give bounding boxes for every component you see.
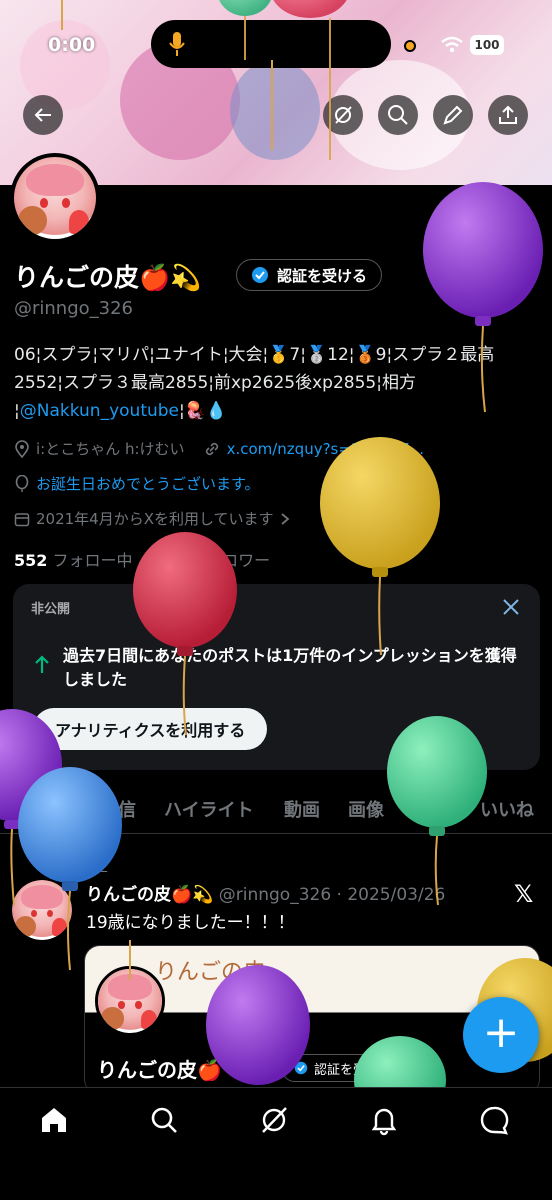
- bottom-navigation: [0, 1087, 552, 1200]
- x-logo-icon: 𝕏: [514, 880, 534, 908]
- post-text: 19歳になりましたー！！！: [86, 913, 295, 933]
- notifications-icon[interactable]: [368, 1104, 400, 1136]
- profile-tabs: ポスト 返信 ハイライト 動画 画像 記事 いいね: [0, 790, 552, 834]
- recording-indicator: [404, 40, 416, 52]
- active-tab-indicator: [20, 830, 78, 834]
- dynamic-island: [151, 20, 391, 68]
- wifi-icon: [441, 36, 463, 53]
- close-icon[interactable]: [500, 596, 522, 618]
- avatar-image: [12, 880, 72, 940]
- tab-posts[interactable]: ポスト: [18, 796, 72, 822]
- calendar-icon: [14, 512, 30, 526]
- back-arrow-icon: [34, 108, 51, 122]
- link-icon: [205, 442, 218, 455]
- media-title: りんごの皮: [155, 960, 266, 985]
- birthday-row: お誕生日おめでとうございます。: [14, 473, 260, 494]
- following-link[interactable]: 552 フォロー中: [14, 551, 133, 570]
- tab-videos[interactable]: 動画: [284, 796, 320, 822]
- use-analytics-button[interactable]: アナリティクスを利用する: [33, 708, 268, 750]
- pinned-label: 固定: [80, 859, 108, 875]
- search-icon[interactable]: [148, 1104, 180, 1136]
- location-text: i:とこちゃん h:けむい: [36, 440, 185, 458]
- grok-icon[interactable]: [258, 1104, 290, 1136]
- post-author-avatar[interactable]: [12, 880, 72, 940]
- grok-icon: [335, 106, 352, 124]
- bio-suffix: ¦🪼💧: [179, 401, 228, 421]
- profile-avatar[interactable]: [10, 153, 100, 243]
- media-display-name: りんごの皮🍎: [97, 1058, 222, 1082]
- post-meta: @rinngo_326 · 2025/03/26: [213, 885, 446, 905]
- chevron-right-icon: [280, 512, 289, 525]
- avatar-image: [14, 157, 96, 239]
- profile-name-row: りんごの皮🍎💫: [14, 258, 201, 294]
- tab-replies[interactable]: 返信: [100, 796, 136, 822]
- back-button[interactable]: [23, 95, 63, 135]
- post-author-name[interactable]: りんごの皮🍎💫: [86, 885, 213, 905]
- pinned-indicator: 固定: [60, 856, 108, 876]
- verified-badge-icon: [294, 1061, 308, 1075]
- edit-icon: [443, 105, 463, 125]
- joined-row[interactable]: 2021年4月からXを利用しています: [14, 508, 290, 529]
- media-avatar: [95, 966, 165, 1036]
- grok-button[interactable]: [323, 95, 363, 135]
- impressions-message: 過去7日間にあなたのポストは1万件のインプレッションを獲得しました: [63, 646, 517, 689]
- status-time: 0:00: [48, 34, 96, 56]
- followers-count: 648: [151, 551, 185, 570]
- profile-handle: @rinngo_326: [14, 298, 134, 319]
- followers-label: フォロワー: [185, 551, 271, 570]
- pin-icon: [60, 858, 74, 873]
- private-analytics-card: 非公開 過去7日間にあなたのポストは1万件のインプレッションを獲得しました アナ…: [13, 584, 540, 770]
- trending-up-arrow-icon: [35, 655, 49, 673]
- private-label: 非公開: [31, 602, 71, 617]
- balloon-icon: [15, 474, 29, 492]
- compose-post-button[interactable]: +: [463, 997, 539, 1073]
- tab-articles[interactable]: 記事: [412, 796, 448, 822]
- following-count: 552: [14, 551, 48, 570]
- microphone-icon: [169, 32, 185, 56]
- tab-likes[interactable]: いいね: [480, 796, 534, 822]
- verified-badge-icon: [252, 267, 268, 283]
- share-icon: [499, 105, 517, 124]
- edit-button[interactable]: [433, 95, 473, 135]
- media-verify-label: 認証を受ける: [314, 1062, 393, 1078]
- post-header: りんごの皮🍎💫 @rinngo_326 · 2025/03/26: [86, 880, 445, 905]
- joined-text: 2021年4月からXを利用しています: [36, 510, 274, 528]
- followers-link[interactable]: 648 フォロワー: [152, 551, 271, 570]
- birthday-text[interactable]: お誕生日おめでとうございます。: [36, 473, 260, 494]
- follow-stats: 552 フォロー中 648 フォロワー: [14, 547, 270, 571]
- location-icon: [15, 439, 29, 458]
- get-verified-button[interactable]: 認証を受ける: [236, 259, 383, 291]
- get-verified-label: 認証を受ける: [277, 266, 368, 285]
- media-verify-badge: 認証を受ける: [281, 1054, 406, 1082]
- display-name: りんごの皮🍎💫: [14, 263, 202, 292]
- messages-icon[interactable]: [478, 1104, 510, 1136]
- following-label: フォロー中: [47, 551, 133, 570]
- tab-images[interactable]: 画像: [348, 796, 384, 822]
- battery-indicator: 100: [470, 35, 504, 55]
- profile-bio: 06¦スプラ¦マリパ¦ユナイト¦大会¦🥇7¦🥈12¦🥉9¦スプラ２最高2552¦…: [14, 341, 539, 425]
- share-button[interactable]: [488, 95, 528, 135]
- bio-mention-link[interactable]: @Nakkun_youtube: [20, 401, 179, 421]
- search-button[interactable]: [378, 95, 418, 135]
- plus-icon: +: [482, 1007, 520, 1058]
- search-icon: [388, 105, 408, 125]
- banner-art: [230, 60, 320, 160]
- home-icon[interactable]: [38, 1104, 70, 1136]
- tab-highlights[interactable]: ハイライト: [164, 796, 254, 822]
- profile-meta-row: i:とこちゃん h:けむい x.com/nzquy?s=21&t=7...: [14, 438, 424, 459]
- website-link[interactable]: x.com/nzquy?s=21&t=7...: [227, 440, 424, 458]
